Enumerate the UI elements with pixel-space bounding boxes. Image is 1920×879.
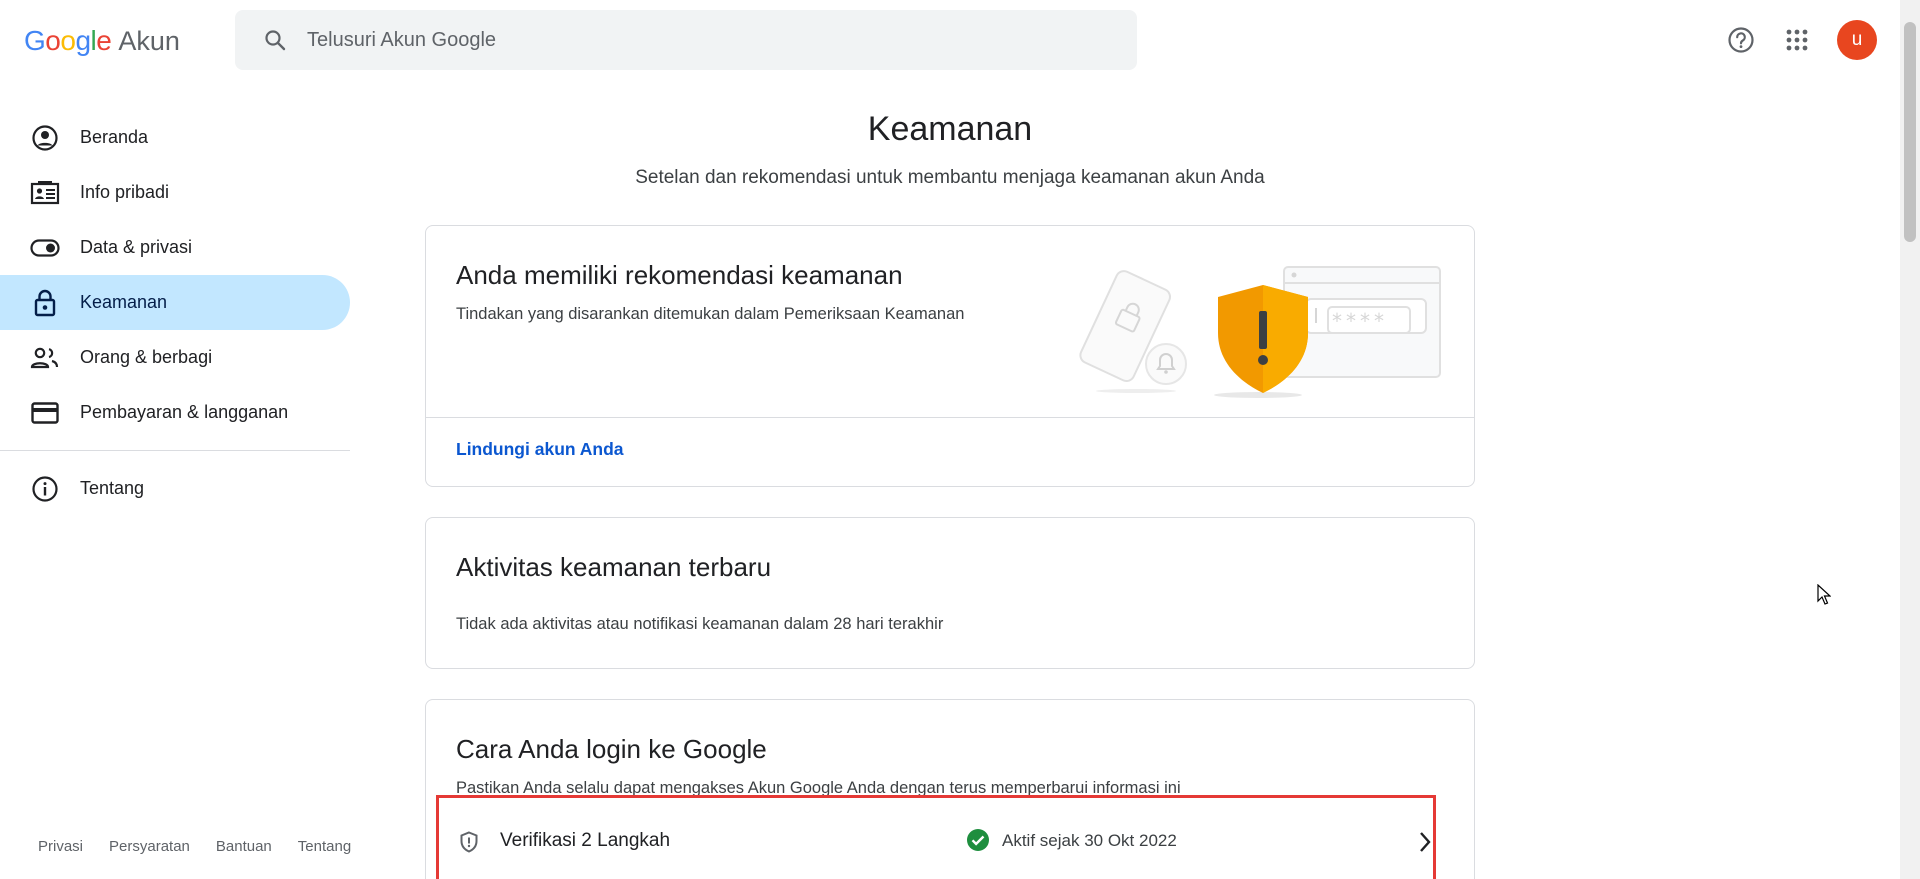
sidebar-item-label: Tentang: [80, 478, 145, 498]
page-subtitle: Setelan dan rekomendasi untuk membantu m…: [635, 167, 1265, 188]
search-icon[interactable]: [245, 10, 305, 70]
sidebar-item-info-pribadi[interactable]: Info pribadi: [0, 165, 350, 220]
footer-link-bantuan[interactable]: Bantuan: [216, 838, 272, 855]
shield-icon: [459, 831, 479, 858]
lock-icon: [28, 286, 62, 320]
help-icon[interactable]: [1721, 20, 1761, 60]
page-title: Keamanan: [867, 110, 1033, 148]
sidebar-item-label: Keamanan: [80, 292, 168, 312]
two-step-verification-row[interactable]: Verifikasi 2 Langkah Aktif sejak 30 Okt …: [436, 795, 1436, 879]
page-scrollbar[interactable]: [1900, 0, 1920, 879]
footer-links: Privasi Persyaratan Bantuan Tentang: [38, 838, 351, 855]
footer-link-privasi[interactable]: Privasi: [38, 838, 83, 855]
card-title: Cara Anda login ke Google: [456, 734, 767, 764]
setting-status: Aktif sejak 30 Okt 2022: [1002, 831, 1177, 850]
mouse-cursor-icon: [1817, 584, 1831, 605]
search-bar[interactable]: Telusuri Akun Google: [235, 10, 1137, 70]
account-circle-icon: [28, 121, 62, 155]
sidebar-item-label: Data & privasi: [80, 237, 193, 257]
sidebar-item-keamanan[interactable]: Keamanan: [0, 275, 350, 330]
info-icon: [28, 472, 62, 506]
sidebar-item-tentang[interactable]: Tentang: [0, 461, 350, 516]
sidebar-nav: Beranda Info pribadi Data & privasi Keam…: [0, 110, 350, 516]
card-title: Aktivitas keamanan terbaru: [456, 552, 772, 582]
sidebar-item-pembayaran-langganan[interactable]: Pembayaran & langganan: [0, 385, 350, 440]
sidebar-item-orang-berbagi[interactable]: Orang & berbagi: [0, 330, 350, 385]
sidebar-item-label: Beranda: [80, 127, 149, 147]
setting-name: Verifikasi 2 Langkah: [500, 830, 671, 851]
recent-security-activity-card[interactable]: Aktivitas keamanan terbaru Tidak ada akt…: [425, 517, 1475, 669]
google-wordmark: Google: [24, 25, 112, 56]
sidebar-item-label: Info pribadi: [80, 182, 170, 202]
sidebar-divider: [0, 450, 350, 451]
product-name: Akun: [118, 25, 180, 56]
card-description: Tidak ada aktivitas atau notifikasi keam…: [456, 615, 944, 633]
footer-link-tentang[interactable]: Tentang: [298, 838, 351, 855]
card-divider: [426, 417, 1474, 418]
sidebar-item-beranda[interactable]: Beranda: [0, 110, 350, 165]
card-description: Tindakan yang disarankan ditemukan dalam…: [456, 305, 965, 323]
toggle-icon: [28, 231, 62, 265]
security-warning-illustration: ****: [1079, 266, 1441, 398]
sidebar-item-label: Orang & berbagi: [80, 347, 213, 367]
card-title: Anda memiliki rekomendasi keamanan: [456, 260, 903, 290]
check-circle-icon: [966, 828, 990, 857]
password-mask: ****: [1332, 309, 1388, 333]
id-card-icon: [28, 176, 62, 210]
avatar[interactable]: u: [1837, 20, 1877, 60]
sidebar-item-label: Pembayaran & langganan: [80, 402, 289, 422]
protect-account-link[interactable]: Lindungi akun Anda: [456, 439, 624, 460]
footer-link-persyaratan[interactable]: Persyaratan: [109, 838, 190, 855]
security-recommendation-card[interactable]: Anda memiliki rekomendasi keamanan Tinda…: [425, 225, 1475, 487]
credit-card-icon: [28, 396, 62, 430]
top-bar: Google Akun Telusuri Akun Google u: [0, 0, 1900, 78]
chevron-right-icon[interactable]: [1418, 831, 1432, 858]
people-icon: [28, 341, 62, 375]
scrollbar-thumb[interactable]: [1904, 22, 1916, 242]
google-account-logo[interactable]: Google Akun: [24, 24, 180, 58]
sidebar-item-data-privasi[interactable]: Data & privasi: [0, 220, 350, 275]
search-input[interactable]: Telusuri Akun Google: [307, 29, 496, 52]
apps-grid-icon[interactable]: [1777, 20, 1817, 60]
